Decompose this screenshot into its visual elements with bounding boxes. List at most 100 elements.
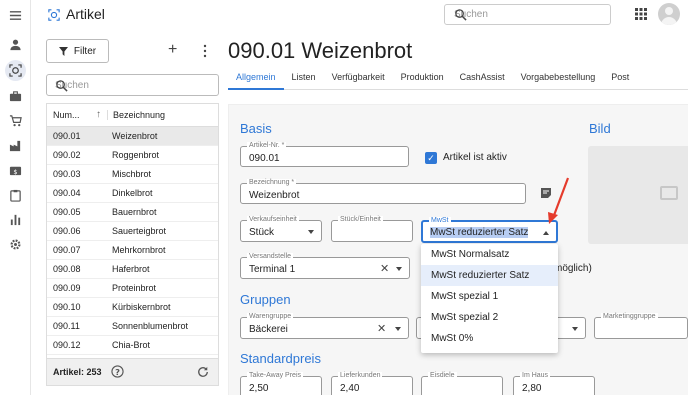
cash-register-icon[interactable]: $ (9, 164, 22, 177)
section-title-bild: Bild (589, 121, 611, 136)
more-options-icon[interactable] (202, 44, 208, 58)
artikel-nr-field[interactable]: Artikel-Nr. * 090.01 (240, 142, 409, 167)
article-name-cell: Kürbiskernbrot (112, 302, 171, 312)
filter-label: Filter (73, 45, 97, 57)
article-number-cell: 090.04 (53, 188, 81, 198)
menu-icon[interactable] (9, 9, 22, 22)
artikel-aktiv-checkbox[interactable]: ✓ (425, 152, 437, 164)
list-search-input[interactable]: Suchen (46, 74, 219, 96)
warengruppe-select[interactable]: Warengruppe Bäckerei ✕ (240, 313, 409, 339)
article-name-cell: Dinkelbrot (112, 188, 153, 198)
image-placeholder[interactable] (588, 146, 688, 244)
clear-icon[interactable]: ✕ (377, 322, 386, 335)
bezeichnung-field[interactable]: Bezeichnung * Weizenbrot (240, 179, 526, 204)
table-row[interactable]: 090.12 Chia-Brot (47, 336, 218, 355)
article-number-cell: 090.03 (53, 169, 81, 179)
app-title: Artikel (48, 6, 105, 22)
svg-text:$: $ (13, 168, 17, 176)
table-row[interactable]: 090.05 Bauernbrot (47, 203, 218, 222)
article-number-cell: 090.05 (53, 207, 81, 217)
gear-icon[interactable] (9, 238, 22, 251)
im-haus-price-field[interactable]: Im Haus 2,80 (513, 372, 595, 395)
search-icon[interactable] (454, 8, 467, 21)
clipboard-icon[interactable] (9, 189, 22, 202)
article-name-cell: Sauerteigbrot (112, 226, 167, 236)
mwst-option[interactable]: MwSt reduzierter Satz (421, 265, 558, 286)
add-article-button[interactable]: + (168, 42, 177, 58)
tab-listen[interactable]: Listen (284, 70, 324, 90)
article-nav-icon[interactable] (5, 60, 26, 81)
tab-verf-gbarkeit[interactable]: Verfügbarkeit (324, 70, 393, 90)
cart-icon[interactable] (9, 114, 22, 127)
article-icon (48, 8, 60, 21)
person-icon[interactable] (9, 38, 22, 51)
filter-button[interactable]: Filter (46, 39, 109, 63)
lieferkunden-price-field[interactable]: Lieferkunden 2,40 (331, 372, 413, 395)
chevron-down-icon[interactable] (395, 327, 401, 331)
mwst-option[interactable]: MwSt Normalsatz (421, 244, 558, 265)
article-name-cell: Weizenbrot (112, 131, 158, 141)
chevron-down-icon[interactable] (308, 230, 314, 234)
marketinggruppe-select[interactable]: Marketinggruppe (594, 313, 688, 339)
clear-icon[interactable]: ✕ (380, 262, 389, 275)
image-icon (660, 186, 678, 200)
article-count: Artikel: 253 (53, 367, 102, 377)
tab-allgemein[interactable]: Allgemein (228, 70, 284, 90)
search-icon[interactable] (55, 79, 68, 92)
stueck-einheit-field[interactable]: Stück/Einheit (331, 216, 413, 242)
article-name-cell: Mischbrot (112, 169, 152, 179)
chevron-down-icon[interactable] (572, 327, 578, 331)
table-row[interactable]: 090.06 Sauerteigbrot (47, 222, 218, 241)
table-row[interactable]: 090.01 Weizenbrot (47, 127, 218, 146)
table-row[interactable]: 090.09 Proteinbrot (47, 279, 218, 298)
table-row[interactable]: 090.03 Mischbrot (47, 165, 218, 184)
top-bar: Artikel Suchen (31, 0, 688, 30)
table-footer: Artikel: 253 ? (47, 358, 218, 385)
mwst-option[interactable]: MwSt spezial 1 (421, 286, 558, 307)
sort-ascending-icon[interactable]: ↑ (96, 109, 101, 120)
avatar[interactable] (658, 3, 680, 25)
tab-post[interactable]: Post (603, 70, 637, 90)
verkaufseinheit-select[interactable]: Verkaufseinheit Stück (240, 216, 322, 242)
article-number-cell: 090.12 (53, 340, 81, 350)
table-row[interactable]: 090.11 Sonnenblumenbrot (47, 317, 218, 336)
table-row[interactable]: 090.02 Roggenbrot (47, 146, 218, 165)
bar-chart-icon[interactable] (9, 213, 22, 226)
tab-produktion[interactable]: Produktion (393, 70, 452, 90)
mwst-option[interactable]: MwSt spezial 2 (421, 307, 558, 328)
table-row[interactable]: 090.08 Haferbrot (47, 260, 218, 279)
article-name-cell: Mehrkornbrot (112, 245, 166, 255)
help-icon[interactable]: ? (111, 365, 124, 378)
briefcase-icon[interactable] (9, 90, 22, 103)
refresh-icon[interactable] (197, 366, 209, 378)
factory-icon[interactable] (9, 139, 22, 152)
take-away-price-field[interactable]: Take-Away Preis 2,50 (240, 372, 322, 395)
article-number-cell: 090.10 (53, 302, 81, 312)
global-search-input[interactable]: Suchen (444, 4, 611, 25)
chevron-up-icon[interactable] (543, 231, 549, 235)
article-number-cell: 090.07 (53, 245, 81, 255)
tab-vorgabebestellung[interactable]: Vorgabebestellung (513, 70, 604, 90)
table-row[interactable]: 090.04 Dinkelbrot (47, 184, 218, 203)
svg-text:?: ? (115, 367, 120, 377)
tab-bar: Allgemein Listen Verfügbarkeit Produktion Ca… (228, 70, 688, 90)
chevron-down-icon[interactable] (396, 267, 402, 271)
section-title-standardpreis: Standardpreis (240, 351, 321, 366)
table-row[interactable]: 090.10 Kürbiskernbrot (47, 298, 218, 317)
table-row[interactable]: 090.07 Mehrkornbrot (47, 241, 218, 260)
note-icon[interactable] (540, 187, 552, 199)
tab-cashassist[interactable]: CashAssist (452, 70, 513, 90)
article-table: Num... ↑ Bezeichnung 090.01 Weizenbrot 090… (46, 103, 219, 386)
column-header-number[interactable]: Num... ↑ (47, 109, 107, 120)
column-header-name[interactable]: Bezeichnung (107, 110, 165, 120)
article-number-cell: 090.09 (53, 283, 81, 293)
mwst-select[interactable]: MwSt MwSt reduzierter Satz (421, 217, 558, 243)
mwst-option[interactable]: MwSt 0% (421, 328, 558, 349)
versandstelle-select[interactable]: Versandstelle Terminal 1 ✕ (240, 253, 410, 279)
apps-grid-icon[interactable] (635, 8, 647, 20)
article-name-cell: Proteinbrot (112, 283, 157, 293)
article-name-cell: Bauernbrot (112, 207, 157, 217)
eisdiele-price-field[interactable]: Eisdiele (421, 372, 503, 395)
section-title-gruppen: Gruppen (240, 292, 291, 307)
partial-option-text: möglich) (554, 263, 592, 274)
